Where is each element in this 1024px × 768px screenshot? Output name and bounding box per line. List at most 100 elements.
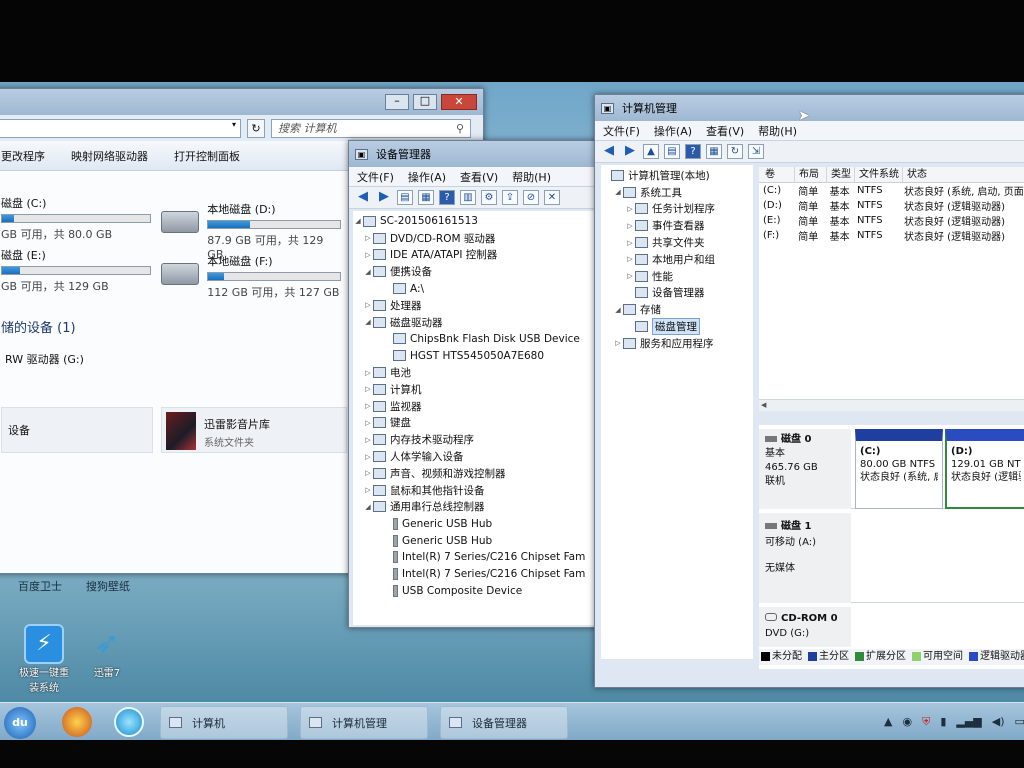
device-tile[interactable]: 设备 (1, 407, 153, 453)
menu-file[interactable]: 文件(F) (603, 123, 640, 139)
device-category[interactable]: ▷ 处理器 (353, 297, 599, 314)
horizontal-scrollbar[interactable]: ◀ (759, 399, 1024, 411)
device-manager-titlebar[interactable]: ▣ 设备管理器 (349, 141, 605, 167)
tree-root[interactable]: ◢ SC-201506161513 (353, 213, 599, 230)
scan-hardware-icon[interactable]: ⚙ (481, 190, 497, 205)
device-item[interactable]: Intel(R) 7 Series/C216 Chipset Fam (353, 566, 599, 583)
menu-file[interactable]: 文件(F) (357, 169, 394, 185)
expand-icon[interactable]: ▷ (363, 402, 373, 410)
management-tree-item[interactable]: ◢ 存储 (601, 301, 753, 318)
back-arrow-icon[interactable]: ◀ (601, 144, 617, 159)
console-tree-icon[interactable]: ▤ (664, 144, 680, 159)
expand-icon[interactable]: ▷ (625, 272, 635, 280)
search-input[interactable]: 搜索 计算机 ⚲ (271, 118, 471, 138)
properties-icon[interactable]: ▦ (706, 144, 722, 159)
device-item[interactable]: USB Composite Device (353, 583, 599, 600)
device-category[interactable]: ▷ 鼠标和其他指针设备 (353, 482, 599, 499)
volume-row[interactable]: (C:) 简单 基本 NTFS 状态良好 (系统, 启动, 页面 (759, 183, 1024, 198)
menu-action[interactable]: 操作(A) (408, 169, 446, 185)
col-status[interactable]: 状态 (903, 167, 927, 182)
drive-d[interactable]: 本地磁盘 (D:) 87.9 GB 可用，共 129 GB (161, 201, 341, 261)
desktop-icon-xunlei[interactable]: ➶ 迅雷7 (80, 624, 134, 679)
device-category[interactable]: ▷ 键盘 (353, 415, 599, 432)
device-item[interactable]: Intel(R) 7 Series/C216 Chipset Fam (353, 549, 599, 566)
drive-e[interactable]: 磁盘 (E:) GB 可用，共 129 GB (1, 247, 151, 294)
col-layout[interactable]: 布局 (795, 167, 827, 182)
partition-d[interactable]: (D:) 129.01 GB NTFS 状态良好 (逻辑驱 (945, 429, 1024, 509)
col-filesystem[interactable]: 文件系统 (855, 167, 903, 182)
map-network-drive-button[interactable]: 映射网络驱动器 (71, 148, 148, 164)
management-tree-item[interactable]: ▷ 服务和应用程序 (601, 335, 753, 352)
pinned-browser-icon[interactable] (114, 707, 144, 737)
desktop-label-baidu[interactable]: 百度卫士 (18, 578, 62, 594)
menu-view[interactable]: 查看(V) (706, 123, 744, 139)
expand-icon[interactable]: ▷ (363, 486, 373, 494)
export-list-icon[interactable]: ⇲ (748, 144, 764, 159)
collapse-icon[interactable]: ◢ (353, 217, 363, 225)
device-item[interactable]: A:\ (353, 280, 599, 297)
close-button[interactable]: ✕ (441, 94, 477, 110)
device-category[interactable]: ▷ 电池 (353, 364, 599, 381)
disk0-block[interactable]: 磁盘 0 基本 465.76 GB 联机 (C:) 80.00 GB NTFS … (759, 429, 1024, 509)
collapse-icon[interactable]: ◢ (363, 503, 373, 511)
refresh-icon[interactable]: ↻ (247, 118, 265, 138)
device-item[interactable]: ChipsBnk Flash Disk USB Device (353, 331, 599, 348)
management-tree-item[interactable]: ▷ 本地用户和组 (601, 251, 753, 268)
device-category[interactable]: ▷ 监视器 (353, 398, 599, 415)
device-item[interactable]: Generic USB Hub (353, 532, 599, 549)
management-tree-item[interactable]: ▷ 任务计划程序 (601, 201, 753, 218)
expand-icon[interactable]: ▷ (625, 222, 635, 230)
device-category[interactable]: ◢ 磁盘驱动器 (353, 314, 599, 331)
partition-c[interactable]: (C:) 80.00 GB NTFS 状态良好 (系统, 启 (855, 429, 943, 509)
task-computer-management[interactable]: 计算机管理 (300, 706, 428, 739)
menu-action[interactable]: 操作(A) (654, 123, 692, 139)
update-driver-icon[interactable]: ⇪ (502, 190, 518, 205)
uninstall-program-button[interactable]: 更改程序 (1, 148, 45, 164)
disk1-block[interactable]: 磁盘 1 可移动 (A:) 无媒体 (759, 513, 1024, 603)
cdrom-block[interactable]: CD-ROM 0 DVD (G:) (759, 607, 851, 647)
col-type[interactable]: 类型 (827, 167, 855, 182)
collapse-icon[interactable]: ◢ (363, 318, 373, 326)
task-computer[interactable]: 计算机 (160, 706, 288, 739)
tray-signal-icon[interactable]: ▂▄▆ (956, 715, 981, 729)
tray-network-icon[interactable]: ▮ (940, 715, 946, 729)
device-category[interactable]: ▷ IDE ATA/ATAPI 控制器 (353, 247, 599, 264)
collapse-icon[interactable]: ◢ (613, 306, 623, 314)
expand-icon[interactable]: ▷ (363, 385, 373, 393)
expand-icon[interactable]: ▷ (613, 339, 623, 347)
tray-app-icon[interactable]: ◉ (902, 715, 912, 729)
forward-arrow-icon[interactable]: ▶ (622, 144, 638, 159)
device-category[interactable]: ◢ 通用串行总线控制器 (353, 499, 599, 516)
drive-f[interactable]: 本地磁盘 (F:) 112 GB 可用，共 127 GB (161, 253, 341, 300)
device-item[interactable]: HGST HTS545050A7E680 (353, 347, 599, 364)
desktop-label-sogou[interactable]: 搜狗壁纸 (86, 578, 130, 594)
expand-icon[interactable]: ▷ (363, 469, 373, 477)
expand-icon[interactable]: ▷ (625, 255, 635, 263)
management-tree-item[interactable]: 计算机管理(本地) (601, 167, 753, 184)
management-tree-item[interactable]: 设备管理器 (601, 285, 753, 302)
tray-expand-icon[interactable]: ▲ (884, 715, 892, 729)
device-category[interactable]: ▷ 声音、视频和游戏控制器 (353, 465, 599, 482)
menu-view[interactable]: 查看(V) (460, 169, 498, 185)
expand-icon[interactable]: ▷ (363, 369, 373, 377)
address-field[interactable]: ▾ (0, 118, 241, 138)
management-tree-item[interactable]: ▷ 事件查看器 (601, 217, 753, 234)
expand-icon[interactable]: ▷ (363, 301, 373, 309)
menu-help[interactable]: 帮助(H) (758, 123, 797, 139)
tray-power-icon[interactable]: ▭ (1015, 715, 1024, 729)
show-hidden-icon[interactable]: ▥ (460, 190, 476, 205)
up-folder-icon[interactable]: ▲ (643, 144, 659, 159)
drive-c[interactable]: 磁盘 (C:) GB 可用，共 80.0 GB (1, 195, 151, 242)
management-tree-item[interactable]: ▷ 共享文件夹 (601, 234, 753, 251)
desktop-icon-reinstall[interactable]: ⚡ 极速一键重 装系统 (14, 624, 74, 694)
pinned-app-icon[interactable] (62, 707, 92, 737)
device-item[interactable]: Generic USB Hub (353, 515, 599, 532)
media-library-tile[interactable]: 迅雷影音片库 系统文件夹 (161, 407, 347, 453)
collapse-icon[interactable]: ◢ (613, 188, 623, 196)
help-icon[interactable]: ? (685, 144, 701, 159)
expand-icon[interactable]: ▷ (363, 234, 373, 242)
management-tree-item[interactable]: 磁盘管理 (601, 318, 753, 336)
expand-icon[interactable]: ▷ (625, 205, 635, 213)
properties-icon[interactable]: ▦ (418, 190, 434, 205)
maximize-button[interactable]: □ (413, 94, 437, 110)
